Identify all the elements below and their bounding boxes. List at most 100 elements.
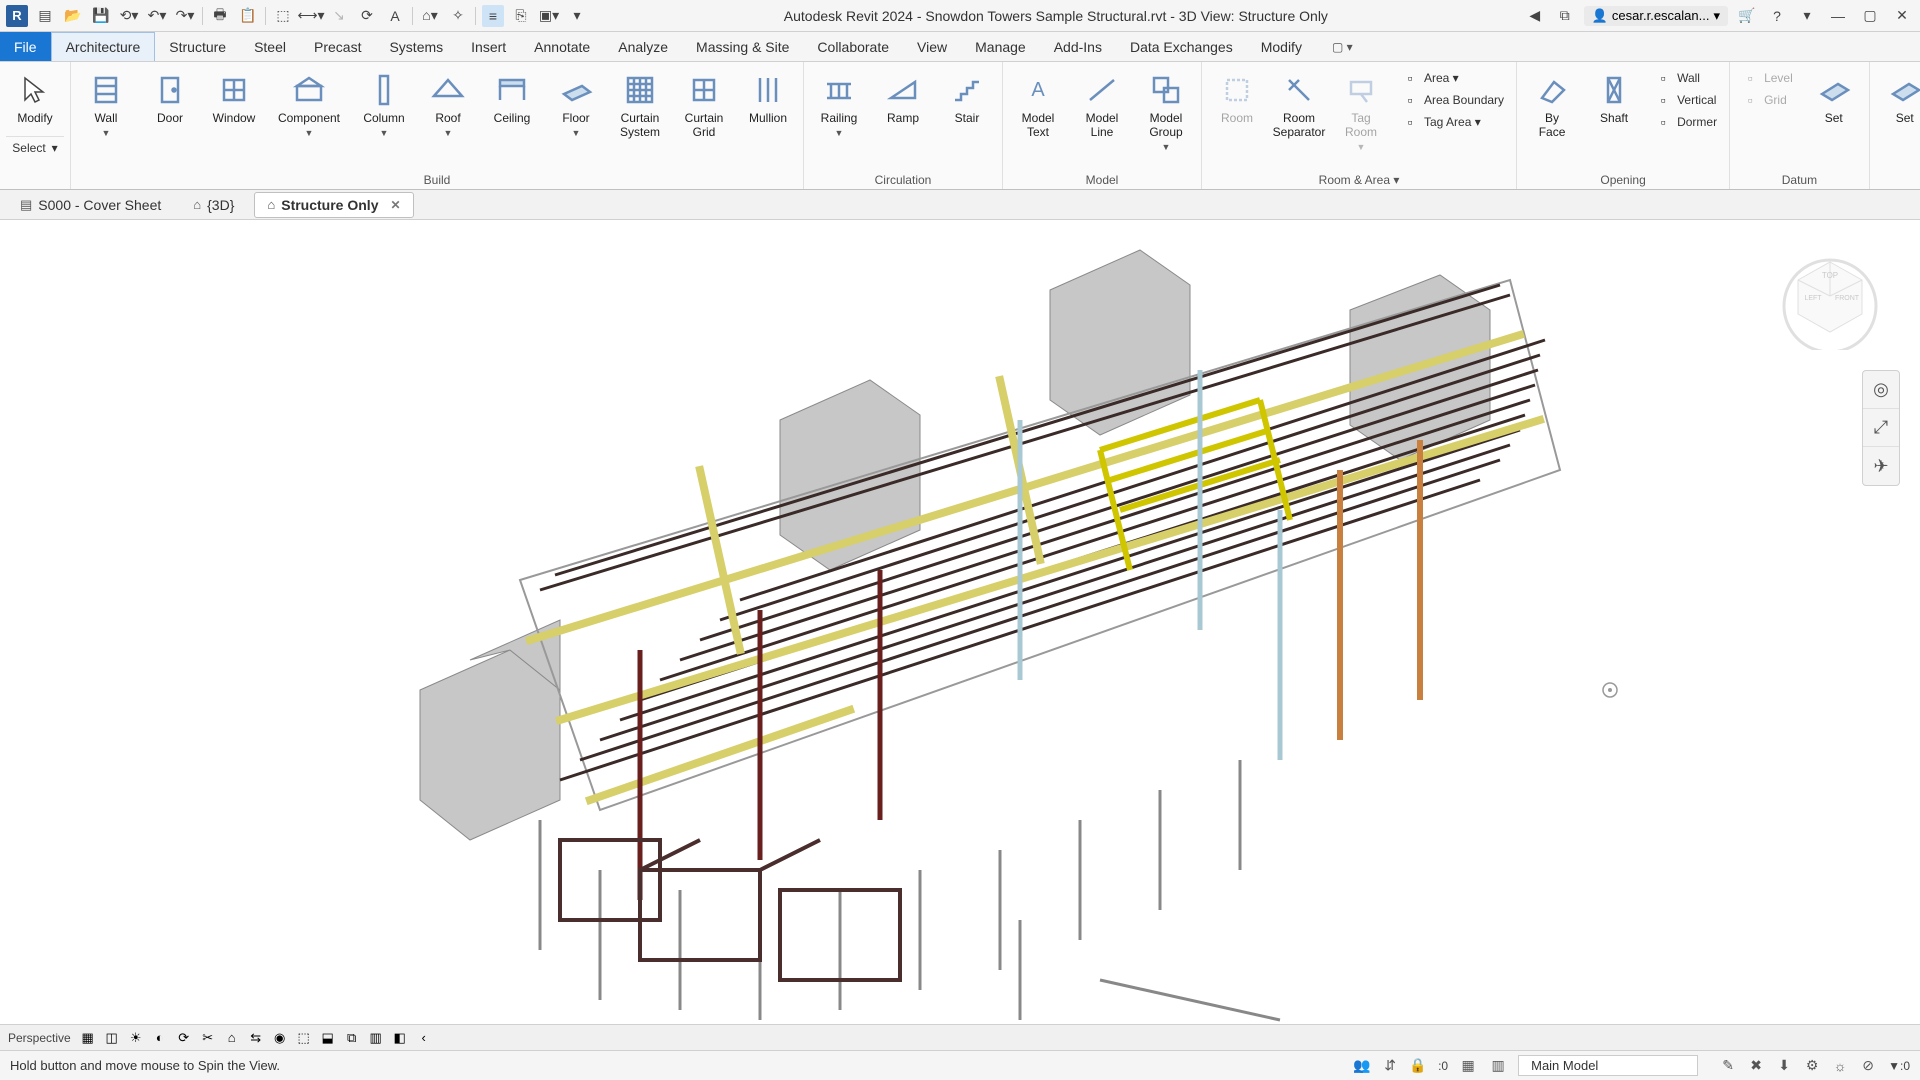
window-button[interactable]: Window [205,66,263,162]
ribbon-options[interactable]: ▢ ▾ [1324,32,1361,61]
qat-close-views-icon[interactable]: ⎘ [510,5,532,27]
vcb-icon-6[interactable]: ⌂ [223,1029,241,1047]
tab-insert[interactable]: Insert [457,32,520,61]
stair-button[interactable]: Stair [938,66,996,162]
tab-add-ins[interactable]: Add-Ins [1040,32,1116,61]
set-wp-button[interactable]: Set [1876,66,1920,162]
design-option-select[interactable]: Main Model [1518,1055,1698,1076]
minimize-button[interactable]: — [1826,6,1850,26]
tag-area-button[interactable]: ▫Tag Area ▾ [1396,112,1510,132]
vcb-icon-0[interactable]: ▦ [79,1029,97,1047]
file-tab[interactable]: File [0,32,51,61]
qat-tag-icon[interactable]: ↘ [328,5,350,27]
status-right-icon-4[interactable]: ☼ [1830,1056,1850,1076]
status-right-icon-2[interactable]: ⬇ [1774,1056,1794,1076]
grid-button[interactable]: ▫Grid [1736,90,1799,110]
ceiling-button[interactable]: Ceiling [483,66,541,162]
view-tab[interactable]: ▤S000 - Cover Sheet [8,192,173,218]
tab-structure[interactable]: Structure [155,32,240,61]
tab-massing-site[interactable]: Massing & Site [682,32,803,61]
qat-save-icon[interactable]: 💾 [90,5,112,27]
view-scale[interactable]: Perspective [8,1031,71,1045]
select-dropdown[interactable]: Select ▾ [6,139,64,157]
tab-annotate[interactable]: Annotate [520,32,604,61]
vcb-icon-14[interactable]: ‹ [415,1029,433,1047]
tab-data-exchanges[interactable]: Data Exchanges [1116,32,1247,61]
help-icon[interactable]: ? [1766,5,1788,27]
pan-icon[interactable]: ✈ [1863,447,1899,485]
vcb-icon-7[interactable]: ⇆ [247,1029,265,1047]
infocenter-link-icon[interactable]: ⧉ [1554,5,1576,27]
tab-analyze[interactable]: Analyze [604,32,682,61]
model-view[interactable] [0,220,1920,1024]
railing-button[interactable]: Railing▼ [810,66,868,162]
qat-measure-icon[interactable]: 📋 [237,5,259,27]
close-button[interactable]: ✕ [1890,6,1914,26]
op-dormer-button[interactable]: ▫Dormer [1649,112,1723,132]
qat-customize-icon[interactable]: ▾ [566,5,588,27]
door-button[interactable]: Door [141,66,199,162]
app-store-icon[interactable]: 🛒 [1736,5,1758,27]
view-tab[interactable]: ⌂{3D} [181,192,246,218]
roof-button[interactable]: Roof▼ [419,66,477,162]
room-sep-button[interactable]: Room Separator [1270,66,1328,162]
shaft-button[interactable]: Shaft [1585,66,1643,162]
level-button[interactable]: ▫Level [1736,68,1799,88]
view-cube[interactable]: TOP FRONT LEFT [1780,250,1880,350]
editable-only-icon[interactable]: ▦ [1458,1056,1478,1076]
vcb-icon-13[interactable]: ◧ [391,1029,409,1047]
vcb-icon-11[interactable]: ⧉ [343,1029,361,1047]
set-button[interactable]: Set [1805,66,1863,162]
ramp-button[interactable]: Ramp [874,66,932,162]
infocenter-back-icon[interactable]: ◀ [1524,5,1546,27]
vcb-icon-8[interactable]: ◉ [271,1029,289,1047]
drawing-canvas[interactable]: TOP FRONT LEFT ◎ ⤢ ✈ [0,220,1920,1024]
qat-file-icon[interactable]: ▤ [34,5,56,27]
qat-open-icon[interactable]: 📂 [62,5,84,27]
tab-precast[interactable]: Precast [300,32,375,61]
tab-view[interactable]: View [903,32,961,61]
model-line-button[interactable]: Model Line [1073,66,1131,162]
vcb-icon-5[interactable]: ✂ [199,1029,217,1047]
qat-dimension-icon[interactable]: ⟷▾ [300,5,322,27]
curtain-system-button[interactable]: Curtain System [611,66,669,162]
panel-room-area-label[interactable]: Room & Area ▾ [1208,171,1510,187]
vcb-icon-4[interactable]: ⟳ [175,1029,193,1047]
vcb-icon-1[interactable]: ◫ [103,1029,121,1047]
op-vertical-button[interactable]: ▫Vertical [1649,90,1723,110]
tab-modify[interactable]: Modify [1247,32,1316,61]
model-text-button[interactable]: AModel Text [1009,66,1067,162]
status-mid-icon-0[interactable]: 👥 [1352,1056,1372,1076]
view-tab[interactable]: ⌂Structure Only✕ [254,192,413,218]
floor-button[interactable]: Floor▼ [547,66,605,162]
qat-undo-icon[interactable]: ↶▾ [146,5,168,27]
tab-systems[interactable]: Systems [375,32,457,61]
vcb-icon-9[interactable]: ⬚ [295,1029,313,1047]
status-right-icon-1[interactable]: ✖ [1746,1056,1766,1076]
qat-print-icon[interactable]: 🖶 [209,5,231,27]
qat-3d-icon[interactable]: ⌂▾ [419,5,441,27]
restore-button[interactable]: ▢ [1858,6,1882,26]
vcb-icon-12[interactable]: ▥ [367,1029,385,1047]
status-right-icon-5[interactable]: ⊘ [1858,1056,1878,1076]
qat-switch-windows-icon[interactable]: ▣▾ [538,5,560,27]
area-boundary-button[interactable]: ▫Area Boundary [1396,90,1510,110]
op-wall-button[interactable]: ▫Wall [1649,68,1723,88]
tab-architecture[interactable]: Architecture [51,32,156,61]
by-face-button[interactable]: By Face [1523,66,1581,162]
tab-manage[interactable]: Manage [961,32,1040,61]
status-mid-icon-1[interactable]: ⇵ [1380,1056,1400,1076]
status-right-icon-3[interactable]: ⚙ [1802,1056,1822,1076]
qat-thin-lines-icon[interactable]: ≡ [482,5,504,27]
area-button[interactable]: ▫Area ▾ [1396,68,1510,88]
qat-sync-icon[interactable]: ⟲▾ [118,5,140,27]
qat-redo-icon[interactable]: ↷▾ [174,5,196,27]
tab-steel[interactable]: Steel [240,32,300,61]
zoom-icon[interactable]: ⤢ [1863,409,1899,447]
close-icon[interactable]: ✕ [390,198,400,212]
curtain-grid-button[interactable]: Curtain Grid [675,66,733,162]
qat-align-icon[interactable]: ⬚ [272,5,294,27]
user-account[interactable]: 👤 cesar.r.escalan... ▾ [1584,6,1728,26]
vcb-icon-3[interactable]: ◐ [151,1029,169,1047]
design-options-icon[interactable]: ▥ [1488,1056,1508,1076]
